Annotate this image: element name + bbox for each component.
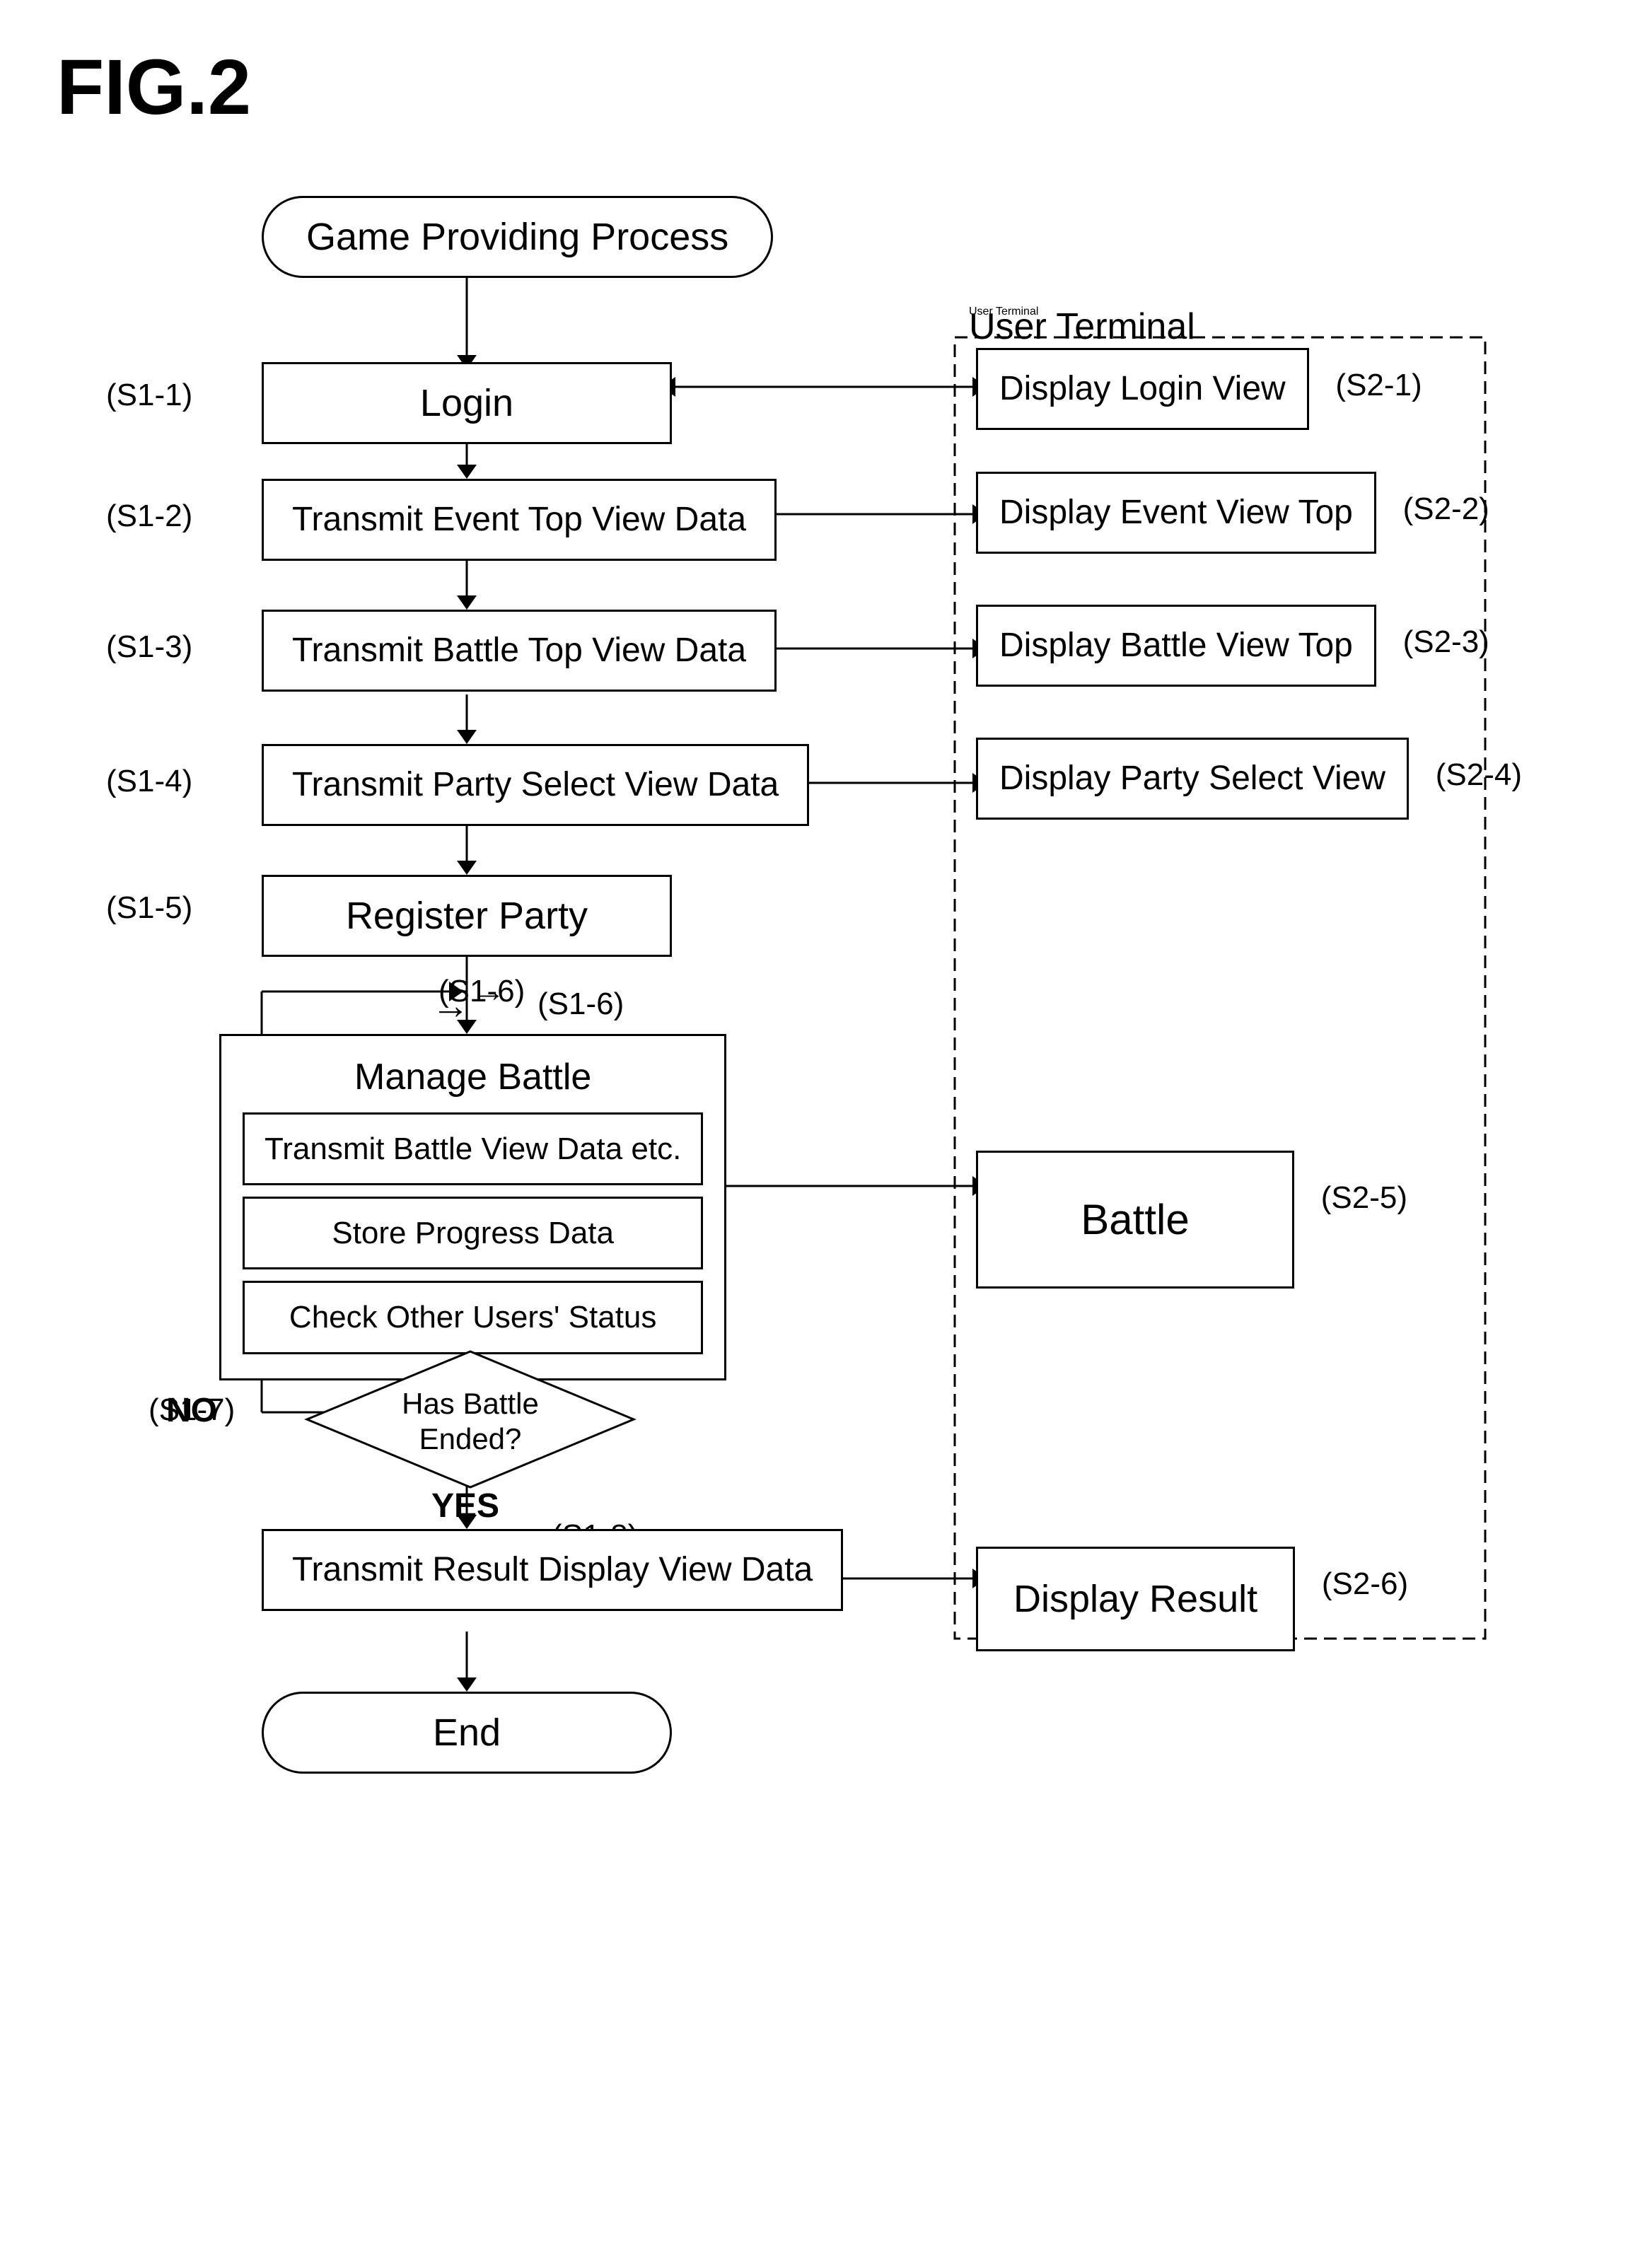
- yes-label: YES: [431, 1487, 499, 1525]
- manage-battle-title: Manage Battle: [243, 1056, 703, 1098]
- step-s1-2-box: Transmit Event Top View Data: [262, 479, 777, 561]
- step-s1-4-label: (S1-4): [106, 764, 192, 799]
- step-s2-6-row: Display Result (S2-6): [976, 1547, 1295, 1651]
- step-s2-4-label: (S2-4): [1436, 757, 1522, 793]
- loop-in-arrow: →: [431, 984, 470, 1028]
- no-label: NO: [166, 1391, 217, 1430]
- step-s2-2-row: Display Event View Top (S2-2): [976, 472, 1376, 554]
- manage-sub-item-0: Transmit Battle View Data etc.: [243, 1112, 703, 1185]
- step-s1-3-label: (S1-3): [106, 629, 192, 665]
- step-s2-6-label: (S2-6): [1322, 1566, 1408, 1602]
- step-s1-2-row: (S1-2) Transmit Event Top View Data: [262, 479, 777, 561]
- start-label: Game Providing Process: [262, 196, 773, 278]
- step-s1-2-label: (S1-2): [106, 499, 192, 534]
- svg-text:Ended?: Ended?: [419, 1422, 522, 1455]
- step-s1-7-row: (S1-7) Has Battle Ended?: [304, 1349, 637, 1494]
- step-s1-6-label: (S1-6): [537, 987, 624, 1022]
- step-s1-3-box: Transmit Battle Top View Data: [262, 610, 777, 692]
- svg-text:Has Battle: Has Battle: [402, 1387, 539, 1420]
- step-s1-4-box: Transmit Party Select View Data: [262, 744, 809, 826]
- step-s2-3-row: Display Battle View Top (S2-3): [976, 605, 1376, 687]
- step-s1-5-row: (S1-5) Register Party: [262, 875, 672, 957]
- step-s2-1-row: Display Login View (S2-1): [976, 348, 1309, 430]
- step-s2-2-box: Display Event View Top: [976, 472, 1376, 554]
- step-s1-5-label: (S1-5): [106, 890, 192, 926]
- step-s2-4-box: Display Party Select View: [976, 738, 1409, 820]
- page: FIG.2: [0, 0, 1633, 2268]
- step-s2-5-box: Battle: [976, 1151, 1294, 1289]
- step-s2-5-label: (S2-5): [1321, 1180, 1407, 1216]
- step-s1-5-box: Register Party: [262, 875, 672, 957]
- manage-battle-group: Manage Battle Transmit Battle View Data …: [219, 1034, 726, 1380]
- end-node: End: [262, 1692, 672, 1774]
- step-s2-4-row: Display Party Select View (S2-4): [976, 738, 1409, 820]
- step-s2-2-label: (S2-2): [1403, 492, 1489, 527]
- step-s1-4-row: (S1-4) Transmit Party Select View Data: [262, 744, 809, 826]
- start-node: Game Providing Process: [262, 196, 773, 278]
- step-s2-6-box: Display Result: [976, 1547, 1295, 1651]
- step-s2-1-label: (S2-1): [1335, 368, 1422, 403]
- step-s2-5-row: Battle (S2-5): [976, 1151, 1294, 1289]
- step-s1-1-label: (S1-1): [106, 378, 192, 413]
- user-terminal-heading: User Terminal: [969, 306, 1195, 348]
- step-s2-3-label: (S2-3): [1403, 624, 1489, 660]
- step-s1-3-row: (S1-3) Transmit Battle Top View Data: [262, 610, 777, 692]
- manage-sub-item-2: Check Other Users' Status: [243, 1281, 703, 1354]
- end-label: End: [262, 1692, 672, 1774]
- step-s2-1-box: Display Login View: [976, 348, 1309, 430]
- manage-sub-item-1: Store Progress Data: [243, 1197, 703, 1269]
- step-s1-8-box: Transmit Result Display View Data: [262, 1529, 843, 1611]
- step-s2-3-box: Display Battle View Top: [976, 605, 1376, 687]
- step-s1-8-row: Transmit Result Display View Data: [262, 1529, 843, 1611]
- figure-title: FIG.2: [57, 42, 1576, 132]
- step-s1-1-box: Login: [262, 362, 672, 444]
- step-s1-1-row: (S1-1) Login: [262, 362, 672, 444]
